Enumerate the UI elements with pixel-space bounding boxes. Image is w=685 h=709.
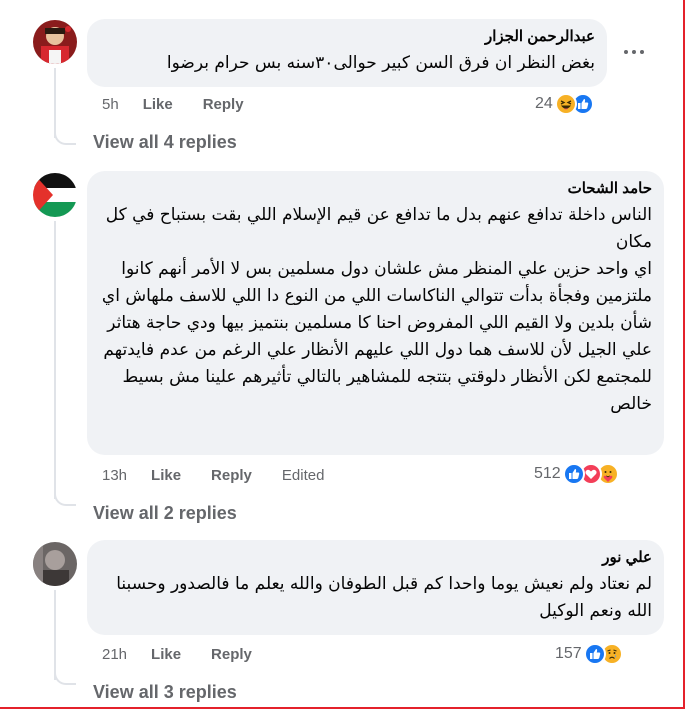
reactions-summary[interactable]: 512 [534, 463, 619, 485]
like-button[interactable]: Like [143, 96, 173, 113]
comment-text: لم نعتاد ولم نعيش يوما واحدا كم قبل الطو… [116, 574, 652, 621]
thread-connector [54, 667, 76, 685]
thread-connector [54, 127, 76, 145]
edited-label: Edited [281, 467, 325, 484]
avatar[interactable] [33, 20, 77, 64]
palestine-flag-avatar [33, 173, 77, 217]
thread-line [54, 221, 56, 499]
reaction-count: 512 [534, 465, 561, 482]
reply-button[interactable]: Reply [203, 96, 244, 113]
comment-time[interactable]: 13h [102, 467, 127, 484]
more-options-button[interactable] [624, 50, 644, 54]
comment-author[interactable]: علي نور [101, 548, 652, 568]
like-button[interactable]: Like [151, 467, 181, 484]
view-replies-link[interactable]: View all 2 replies [93, 503, 237, 524]
reaction-count: 157 [555, 645, 582, 662]
comment-bubble: عبدالرحمن الجزار بغض النظر ان فرق السن ك… [87, 19, 607, 87]
comment-actions: 21h Like Reply [102, 646, 282, 663]
reaction-count: 24 [535, 95, 553, 112]
avatar[interactable] [33, 542, 77, 586]
view-replies-link[interactable]: View all 4 replies [93, 132, 237, 153]
like-button[interactable]: Like [151, 646, 181, 663]
comment-actions: 5h Like Reply [102, 96, 274, 113]
reply-button[interactable]: Reply [211, 467, 252, 484]
comment-time[interactable]: 5h [102, 96, 119, 113]
dot-icon [624, 50, 628, 54]
reactions-summary[interactable]: 24 [535, 93, 594, 115]
comment-text: الناس داخلة تدافع عنهم بدل ما تدافع عن ق… [101, 205, 652, 414]
avatar-image [33, 20, 77, 64]
comment-actions: 13h Like Reply Edited [102, 467, 324, 484]
dot-icon [632, 50, 636, 54]
comment-bubble: حامد الشحات الناس داخلة تدافع عنهم بدل م… [87, 171, 664, 455]
comment-time[interactable]: 21h [102, 646, 127, 663]
like-reaction-icon [562, 463, 585, 485]
like-reaction-icon [583, 643, 606, 665]
reactions-summary[interactable]: 157 [555, 643, 623, 665]
comment-text: بغض النظر ان فرق السن كبير حوالى٣٠سنه بس… [166, 53, 595, 73]
reply-button[interactable]: Reply [211, 646, 252, 663]
comment-author[interactable]: حامد الشحات [101, 179, 652, 199]
avatar[interactable] [33, 173, 77, 217]
comment-bubble: علي نور لم نعتاد ولم نعيش يوما واحدا كم … [87, 540, 664, 635]
avatar-image [33, 542, 77, 586]
thread-connector [54, 488, 76, 506]
haha-reaction-icon [554, 93, 577, 115]
view-replies-link[interactable]: View all 3 replies [93, 682, 237, 703]
dot-icon [640, 50, 644, 54]
comment-author[interactable]: عبدالرحمن الجزار [101, 27, 595, 47]
